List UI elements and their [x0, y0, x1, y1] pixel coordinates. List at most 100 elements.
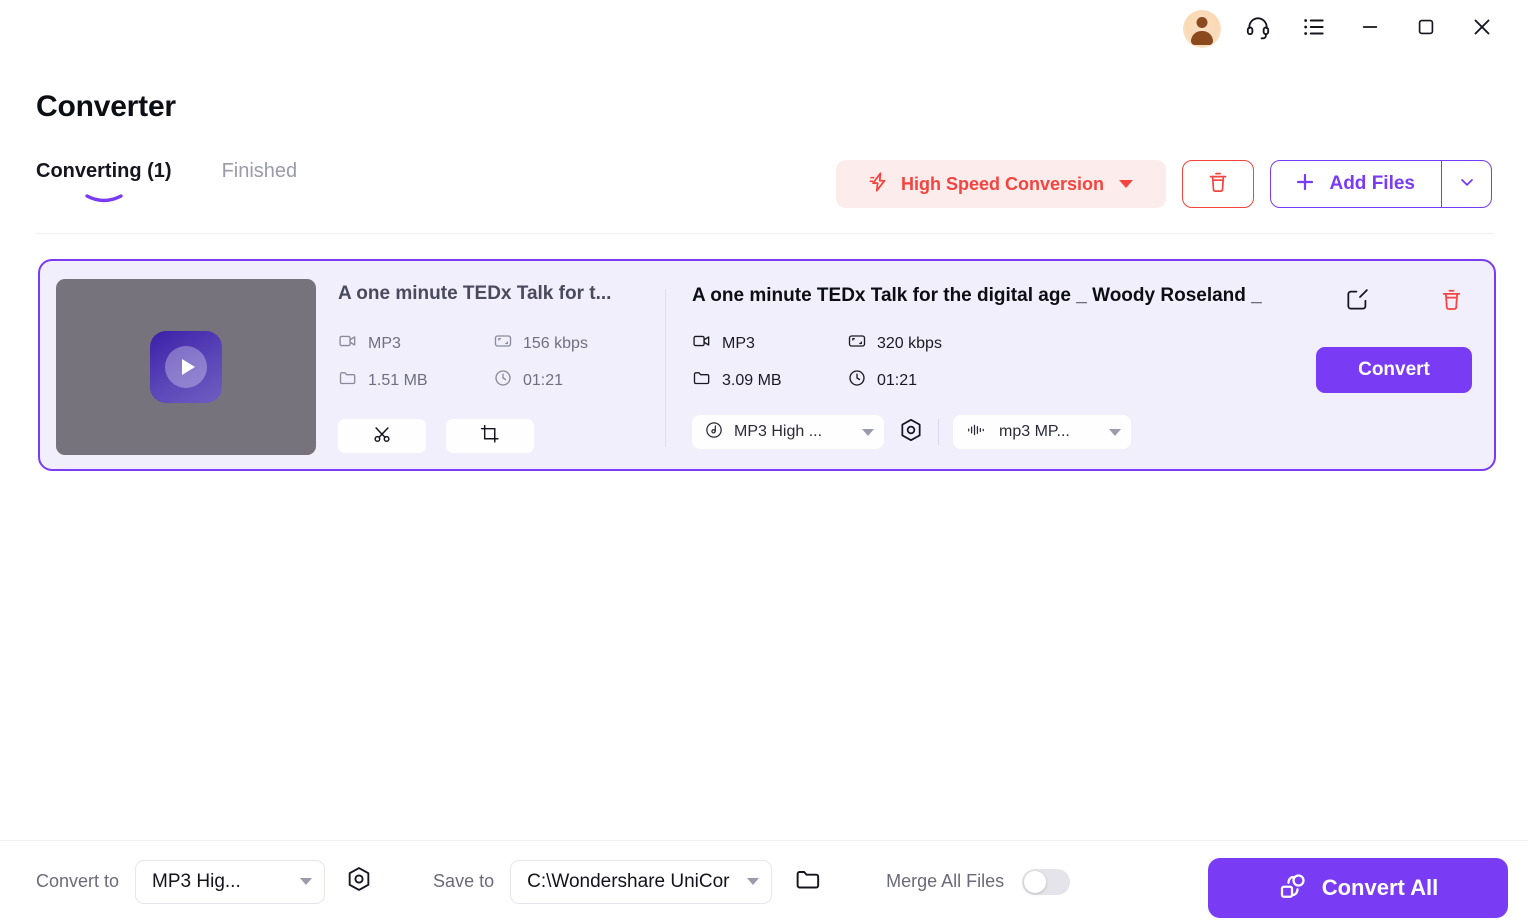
clock-icon	[847, 368, 867, 393]
title-bar	[0, 0, 1528, 58]
lightning-bolt-icon	[868, 170, 890, 199]
remove-file-button[interactable]	[1436, 287, 1466, 317]
folder-open-icon	[794, 865, 823, 899]
tab-converting[interactable]: Converting (1)	[36, 160, 172, 203]
target-bitrate: 320 kbps	[847, 331, 1264, 356]
add-files-main[interactable]: Add Files	[1271, 161, 1441, 207]
target-file-title: A one minute TEDx Talk for the digital a…	[692, 285, 1264, 306]
target-settings-button[interactable]	[898, 417, 924, 448]
convert-all-label: Convert All	[1321, 875, 1439, 900]
clock-icon	[493, 368, 513, 393]
tab-finished[interactable]: Finished	[222, 160, 298, 197]
toggle-knob	[1024, 870, 1047, 893]
source-bitrate-value: 156 kbps	[523, 334, 588, 352]
convert-to-select[interactable]: MP3 Hig...	[135, 859, 326, 904]
browse-folder-button[interactable]	[790, 864, 826, 900]
trim-button[interactable]	[338, 419, 426, 453]
clear-all-button[interactable]	[1182, 160, 1255, 208]
minimize-button[interactable]	[1342, 6, 1398, 52]
source-meta-grid: MP3 156 kbps 1.51 MB 01:21	[338, 331, 658, 393]
trash-icon	[1439, 287, 1464, 317]
account-button[interactable]	[1174, 6, 1230, 52]
menu-button[interactable]	[1286, 6, 1342, 52]
add-files-button[interactable]: Add Files	[1270, 160, 1492, 208]
music-disc-icon	[704, 420, 724, 445]
support-button[interactable]	[1230, 6, 1286, 52]
edit-file-button[interactable]	[1342, 287, 1372, 317]
add-files-dropdown[interactable]	[1441, 161, 1491, 207]
source-tool-buttons	[338, 419, 658, 453]
merge-all-files-label: Merge All Files	[886, 871, 1005, 891]
target-duration: 01:21	[847, 368, 1264, 393]
chevron-down-icon	[1109, 428, 1121, 436]
tab-row: Converting (1) Finished High Speed Conve…	[36, 160, 1492, 216]
chevron-down-icon	[1119, 180, 1133, 188]
close-icon	[1470, 15, 1494, 44]
video-music-play-icon	[150, 331, 222, 403]
merge-all-files-toggle[interactable]	[1022, 868, 1071, 895]
toolbar-actions: High Speed Conversion Add Files	[836, 160, 1492, 208]
target-controls: MP3 High ... mp3 MP...	[692, 415, 1264, 449]
source-format: MP3	[338, 331, 493, 356]
convert-button[interactable]: Convert	[1316, 347, 1472, 393]
source-info-column: A one minute TEDx Talk for t... MP3 156 …	[338, 283, 658, 453]
crop-button[interactable]	[446, 419, 534, 453]
target-meta-grid: MP3 320 kbps 3.09 MB 01:21	[692, 331, 1264, 393]
file-card[interactable]: A one minute TEDx Talk for t... MP3 156 …	[38, 259, 1496, 471]
folder-icon	[338, 368, 358, 393]
chevron-down-icon	[300, 878, 313, 885]
play-triangle	[181, 359, 195, 375]
quality-select[interactable]: MP3 High ...	[692, 415, 884, 449]
add-files-label: Add Files	[1329, 173, 1415, 194]
scissors-icon	[371, 423, 393, 450]
codec-select[interactable]: mp3 MP...	[953, 415, 1131, 449]
minimize-icon	[1359, 16, 1381, 43]
convert-to-value: MP3 Hig...	[152, 870, 241, 892]
close-button[interactable]	[1454, 6, 1510, 52]
convert-to-label: Convert to	[36, 871, 120, 891]
codec-select-label: mp3 MP...	[999, 423, 1070, 440]
tab-list: Converting (1) Finished	[36, 160, 298, 203]
source-duration: 01:21	[493, 368, 658, 393]
high-speed-conversion-button[interactable]: High Speed Conversion	[836, 160, 1167, 208]
save-to-select[interactable]: C:\Wondershare UniCor	[510, 859, 773, 904]
quality-select-label: MP3 High ...	[734, 423, 823, 440]
plus-icon	[1293, 170, 1317, 199]
resolution-icon	[847, 331, 867, 356]
video-camera-icon	[338, 331, 358, 356]
maximize-icon	[1415, 16, 1437, 43]
controls-divider	[938, 419, 939, 445]
chevron-down-icon	[1457, 172, 1477, 197]
source-duration-value: 01:21	[523, 371, 564, 389]
chevron-down-icon	[747, 878, 760, 885]
headset-support-icon	[1245, 14, 1271, 45]
target-size-value: 3.09 MB	[722, 371, 782, 389]
menu-list-icon	[1301, 14, 1327, 45]
save-to-label: Save to	[433, 871, 495, 891]
file-thumbnail	[56, 279, 316, 455]
target-size: 3.09 MB	[692, 368, 847, 393]
resolution-icon	[493, 331, 513, 356]
convert-button-label: Convert	[1358, 359, 1430, 380]
bottom-bar: Convert to MP3 Hig... Save to C:\Wonders…	[0, 841, 1528, 922]
convert-all-icon	[1278, 871, 1308, 906]
source-bitrate: 156 kbps	[493, 331, 658, 356]
target-format: MP3	[692, 331, 847, 356]
source-file-title: A one minute TEDx Talk for t...	[338, 283, 612, 304]
convert-all-button[interactable]: Convert All	[1208, 858, 1508, 918]
page-title: Converter	[36, 90, 176, 123]
maximize-button[interactable]	[1398, 6, 1454, 52]
convert-to-settings-button[interactable]	[341, 864, 377, 900]
target-duration-value: 01:21	[877, 371, 918, 389]
target-bitrate-value: 320 kbps	[877, 334, 942, 352]
header-divider	[36, 233, 1494, 234]
trash-icon	[1206, 170, 1230, 199]
edit-pencil-square-icon	[1345, 287, 1370, 317]
tab-converting-label: Converting (1)	[36, 160, 172, 182]
tab-active-underline	[84, 187, 124, 203]
target-info-column: A one minute TEDx Talk for the digital a…	[692, 285, 1264, 449]
source-size: 1.51 MB	[338, 368, 493, 393]
avatar-body	[1191, 31, 1213, 45]
high-speed-conversion-label: High Speed Conversion	[900, 173, 1104, 194]
target-format-value: MP3	[722, 334, 755, 352]
